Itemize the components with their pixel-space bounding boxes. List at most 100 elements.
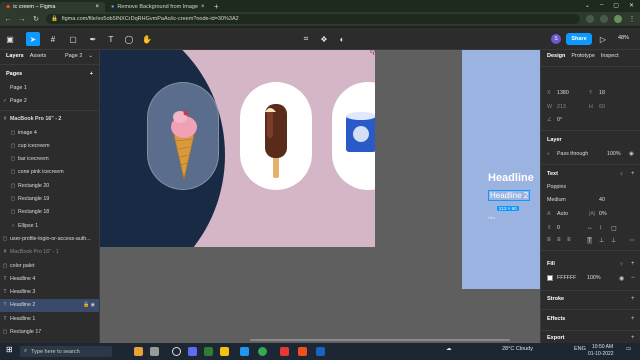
more-menu-icon[interactable]: ⋮ bbox=[628, 15, 636, 23]
component-icon[interactable]: ❖ bbox=[318, 32, 330, 46]
layer-row[interactable]: T Headline 4 bbox=[0, 272, 99, 285]
tab-prototype[interactable]: Prototype bbox=[571, 53, 595, 59]
extension-icon[interactable] bbox=[586, 15, 594, 23]
clock-time[interactable]: 10:50 AM bbox=[592, 344, 613, 350]
styles-icon[interactable]: ⁘ bbox=[619, 171, 624, 178]
line-height-input[interactable]: Auto bbox=[557, 211, 568, 217]
close-icon[interactable]: × bbox=[95, 4, 99, 10]
move-tool-icon[interactable]: ➤ bbox=[26, 32, 40, 46]
h-input[interactable]: 60 bbox=[599, 104, 605, 110]
x-input[interactable]: 1380 bbox=[557, 90, 569, 96]
rectangle-card[interactable] bbox=[147, 82, 219, 190]
frame-tool-icon[interactable]: # bbox=[46, 32, 60, 46]
reload-icon[interactable]: ↻ bbox=[32, 15, 40, 23]
cortana-icon[interactable] bbox=[172, 347, 181, 356]
figma-menu-icon[interactable]: ▣ bbox=[4, 32, 16, 46]
avatar[interactable]: S bbox=[551, 34, 561, 44]
add-icon[interactable]: + bbox=[631, 296, 635, 302]
app-icon[interactable] bbox=[240, 347, 249, 356]
layer-row[interactable]: T Headline 3 bbox=[0, 285, 99, 298]
fixed-size-icon[interactable]: ▢ bbox=[611, 225, 617, 232]
minimize-button[interactable]: – bbox=[600, 2, 603, 9]
layer-row[interactable]: # MacBook Pro 16" - 2 bbox=[0, 113, 99, 126]
layer-row[interactable]: ▢ Rectangle 18 bbox=[0, 206, 99, 219]
app-icon[interactable] bbox=[316, 347, 325, 356]
app-icon[interactable] bbox=[134, 347, 143, 356]
windows-start-icon[interactable]: ⊞ bbox=[6, 345, 15, 354]
eye-icon[interactable]: ◉ bbox=[629, 151, 634, 157]
pen-tool-icon[interactable]: ✒ bbox=[86, 32, 100, 46]
canvas[interactable]: ᶜ/ Headline Headline 2 Hea 213 × 60 bbox=[100, 50, 540, 343]
macbook-frame[interactable]: ᶜ/ bbox=[100, 50, 375, 247]
styles-icon[interactable]: ⁘ bbox=[619, 261, 624, 268]
profile-avatar[interactable] bbox=[614, 15, 622, 23]
mask-icon[interactable]: ◐ bbox=[336, 32, 348, 46]
rotation-input[interactable]: 0° bbox=[557, 117, 562, 123]
app-icon[interactable] bbox=[280, 347, 289, 356]
crop-icon[interactable]: ⌗ bbox=[300, 32, 312, 46]
paragraph-spacing-input[interactable]: 0 bbox=[557, 225, 560, 231]
fill-opacity-input[interactable]: 100% bbox=[587, 275, 601, 281]
headline-2-text[interactable]: Headline 2 bbox=[488, 190, 531, 201]
layer-row[interactable]: ○ Ellipse 1 bbox=[0, 219, 99, 232]
comment-tool-icon[interactable]: ◯ bbox=[122, 32, 136, 46]
layer-row[interactable]: ▢ cone pink icecreem bbox=[0, 166, 99, 179]
font-weight-select[interactable]: Medium bbox=[547, 197, 566, 203]
y-input[interactable]: 18 bbox=[599, 90, 605, 96]
auto-height-icon[interactable]: ↕ bbox=[599, 225, 602, 231]
add-icon[interactable]: + bbox=[631, 316, 635, 322]
layer-row[interactable]: # MacBook Pro 16" - 1 bbox=[0, 246, 99, 259]
text-tool-icon[interactable]: T bbox=[104, 32, 118, 46]
layer-row[interactable]: ▢ bar icecreem bbox=[0, 152, 99, 165]
app-icon[interactable] bbox=[204, 347, 213, 356]
horizontal-scrollbar[interactable] bbox=[250, 339, 510, 341]
lock-visibility-icons[interactable]: 🔓 ◉ bbox=[83, 302, 99, 308]
add-icon[interactable]: + bbox=[631, 171, 635, 177]
figma-icon[interactable] bbox=[298, 347, 307, 356]
star-icon[interactable] bbox=[600, 15, 608, 23]
chevron-down-icon[interactable]: ⌄ bbox=[585, 2, 590, 9]
auto-width-icon[interactable]: ↔ bbox=[587, 225, 593, 231]
maximize-button[interactable]: ▢ bbox=[613, 2, 619, 9]
task-view-icon[interactable] bbox=[188, 347, 197, 356]
app-icon[interactable] bbox=[150, 347, 159, 356]
play-icon[interactable]: ▷ bbox=[598, 32, 608, 46]
align-center-icon[interactable]: ≡ bbox=[557, 237, 561, 243]
layer-row[interactable]: T Headline 1 bbox=[0, 312, 99, 325]
blend-select[interactable]: Pass through bbox=[557, 151, 588, 157]
align-top-icon[interactable]: ⊤ bbox=[587, 237, 593, 244]
align-left-icon[interactable]: ≡ bbox=[547, 237, 551, 243]
fill-color-swatch[interactable] bbox=[547, 275, 553, 281]
color-palette-frame[interactable]: Headline Headline 2 Hea bbox=[462, 50, 540, 289]
browser-tab-remove-bg[interactable]: ● Remove Background from Image × bbox=[105, 2, 210, 12]
tab-layers[interactable]: Layers bbox=[6, 53, 24, 59]
shape-tool-icon[interactable]: ▢ bbox=[66, 32, 80, 46]
w-input[interactable]: 213 bbox=[557, 104, 566, 110]
chrome-icon[interactable] bbox=[258, 347, 267, 356]
layer-row[interactable]: T Headline 2 🔓 ◉ bbox=[0, 298, 99, 313]
layer-row[interactable]: ▢ cup icecreem bbox=[0, 139, 99, 152]
fill-hex-input[interactable]: FFFFFF bbox=[557, 275, 576, 281]
align-bottom-icon[interactable]: ⊥ bbox=[611, 237, 616, 244]
zoom-level[interactable]: 48% bbox=[618, 35, 629, 41]
hand-tool-icon[interactable]: ✋ bbox=[140, 32, 154, 46]
forward-icon[interactable]: → bbox=[18, 16, 26, 23]
layer-row[interactable]: ▢ color palet bbox=[0, 259, 99, 272]
close-icon[interactable]: × bbox=[201, 4, 205, 10]
headline-4-text[interactable]: Headline bbox=[488, 172, 534, 184]
browser-tab-figma[interactable]: ◆ ic creem – Figma × bbox=[0, 2, 105, 12]
taskbar-search[interactable]: ⌕ Type here to search bbox=[20, 346, 112, 357]
weather-text[interactable]: 28°C Cloudy bbox=[502, 346, 533, 352]
page-item[interactable]: Page 1 bbox=[0, 81, 99, 94]
headline-1-text[interactable]: Hea bbox=[488, 215, 495, 220]
tab-design[interactable]: Design bbox=[547, 53, 565, 59]
layer-row[interactable]: ▢ Rectangle 19 bbox=[0, 192, 99, 205]
page-item[interactable]: ✓ Page 2 bbox=[0, 94, 99, 107]
add-icon[interactable]: + bbox=[631, 335, 635, 341]
rectangle-card[interactable] bbox=[240, 82, 312, 190]
opacity-input[interactable]: 100% bbox=[607, 151, 621, 157]
new-tab-button[interactable]: + bbox=[214, 2, 219, 11]
rectangle-card[interactable] bbox=[332, 82, 375, 190]
letter-spacing-input[interactable]: 0% bbox=[599, 211, 607, 217]
add-icon[interactable]: + bbox=[631, 261, 635, 267]
